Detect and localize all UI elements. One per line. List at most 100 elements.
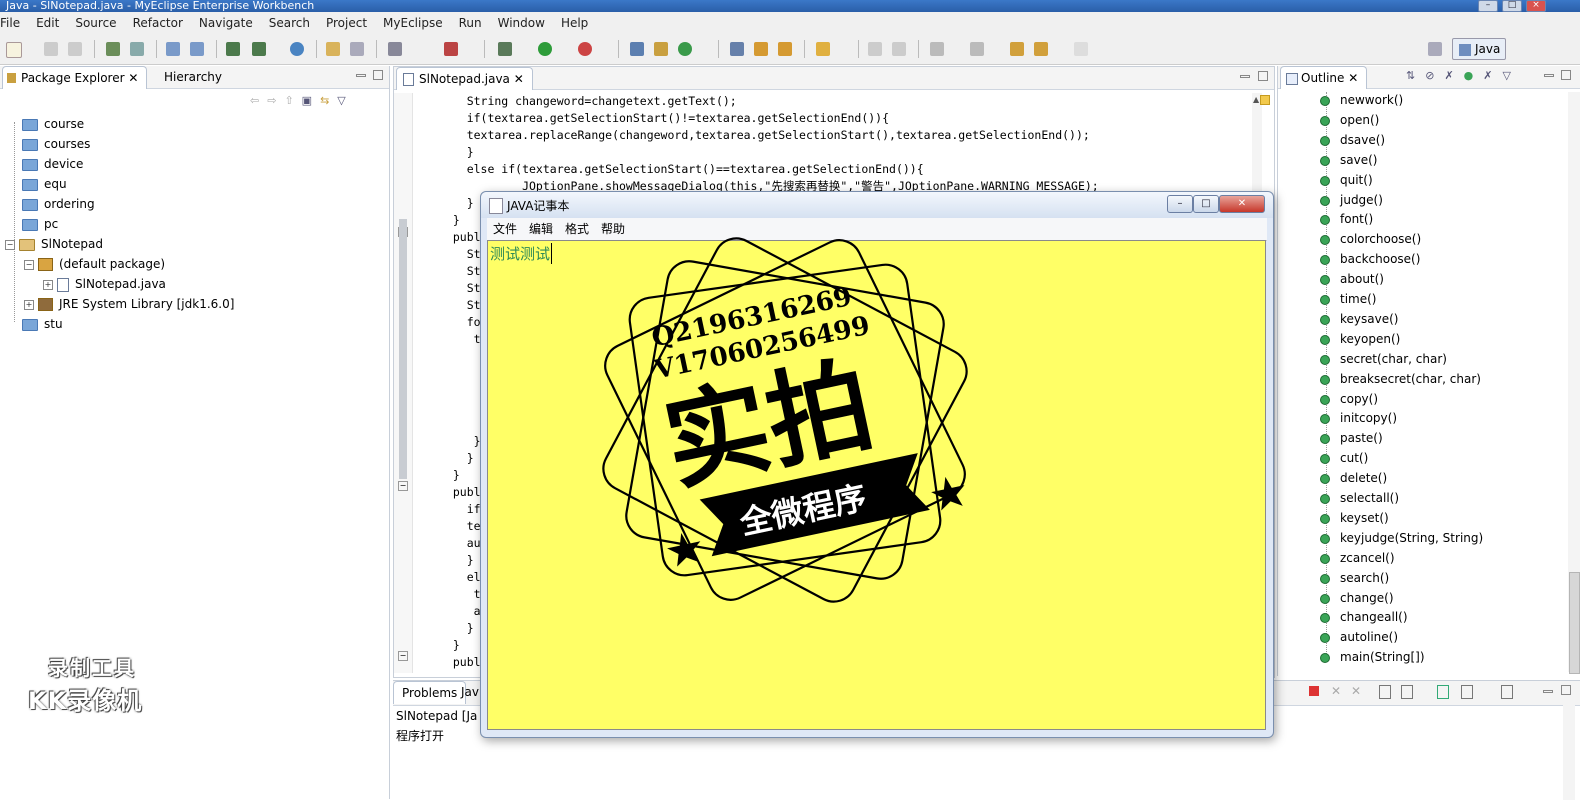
java-perspective-button[interactable]: Java	[1452, 38, 1506, 60]
hide-fields-icon[interactable]: ⊘	[1425, 69, 1444, 82]
back-nav-icon[interactable]: ⇦	[250, 94, 267, 107]
remove-all-icon[interactable]: ✕	[1351, 684, 1361, 698]
minimize-view-icon[interactable]	[1544, 74, 1554, 77]
menu-search[interactable]: Search	[261, 12, 318, 34]
outline-item[interactable]: breaksecret(char, char)	[1320, 369, 1481, 389]
code-line[interactable]: }	[439, 144, 1099, 161]
outline-item[interactable]: keysave()	[1320, 309, 1398, 329]
browser-icon[interactable]	[290, 42, 304, 56]
tool-icon[interactable]	[444, 42, 458, 56]
outline-item[interactable]: open()	[1320, 110, 1379, 130]
open-file-icon[interactable]	[816, 42, 830, 56]
view-menu-icon[interactable]: ▽	[1502, 69, 1520, 82]
tab-hierarchy[interactable]: Hierarchy	[156, 66, 230, 88]
build-icon[interactable]	[130, 42, 144, 56]
debug-config-icon[interactable]	[106, 42, 120, 56]
maximize-view-icon[interactable]	[373, 70, 383, 80]
save-all-icon[interactable]	[68, 42, 82, 56]
tree-item-ordering[interactable]: ordering	[22, 194, 95, 214]
tree-item-pc[interactable]: pc	[22, 214, 58, 234]
tab-slnotepad-java[interactable]: SlNotepad.java ✕	[396, 67, 533, 90]
tab-package-explorer[interactable]: Package Explorer ✕	[2, 66, 148, 89]
open-perspective-icon[interactable]	[730, 42, 744, 56]
edit-icon[interactable]	[868, 42, 882, 56]
outline-item[interactable]: keyjudge(String, String)	[1320, 528, 1483, 548]
maximize-view-icon[interactable]	[1561, 70, 1571, 80]
hide-nonpublic-icon[interactable]: ●	[1464, 69, 1484, 82]
outline-item[interactable]: copy()	[1320, 389, 1378, 409]
terminate-icon[interactable]	[1309, 686, 1319, 696]
outline-item[interactable]: font()	[1320, 209, 1373, 229]
sort-icon[interactable]: ⇅	[1406, 69, 1425, 82]
refresh-icon[interactable]	[350, 42, 364, 56]
collapse-all-icon[interactable]: ▣	[302, 94, 320, 107]
maximize-view-icon[interactable]	[1561, 685, 1571, 695]
clear-console-icon[interactable]	[1379, 685, 1391, 699]
prev-annotation-icon[interactable]	[970, 42, 984, 56]
open-perspective-icon-2[interactable]	[1428, 42, 1442, 56]
collapse-icon[interactable]: −	[5, 239, 15, 250]
server-icon[interactable]	[190, 42, 204, 56]
outline-scrollbar[interactable]	[1568, 92, 1580, 674]
close-tab-icon[interactable]: ✕	[128, 71, 138, 85]
tree-item-courses[interactable]: courses	[22, 134, 90, 154]
outline-item[interactable]: quit()	[1320, 170, 1373, 190]
outline-item[interactable]: backchoose()	[1320, 249, 1420, 269]
minimize-icon[interactable]: –	[1478, 0, 1498, 12]
task-icon[interactable]	[778, 42, 792, 56]
debug-icon[interactable]	[498, 42, 512, 56]
scroll-up-icon[interactable]: ▲	[1253, 95, 1259, 104]
minimize-view-icon[interactable]	[1543, 690, 1553, 693]
outline-item[interactable]: keyset()	[1320, 508, 1389, 528]
menu-help[interactable]: Help	[553, 12, 596, 34]
search-icon[interactable]	[754, 42, 768, 56]
minimize-view-icon[interactable]	[356, 74, 366, 77]
minimize-editor-icon[interactable]	[1240, 75, 1250, 78]
open-folder-icon[interactable]	[326, 42, 340, 56]
maximize-icon[interactable]: □	[1193, 195, 1219, 213]
outline-item[interactable]: delete()	[1320, 468, 1387, 488]
remove-launch-icon[interactable]: ✕	[1331, 684, 1341, 698]
scroll-thumb[interactable]	[1569, 572, 1580, 674]
outline-item[interactable]: secret(char, char)	[1320, 349, 1447, 369]
menu-file-cn[interactable]: 文件	[487, 218, 523, 240]
code-line[interactable]: String changeword=changetext.getText();	[439, 93, 1099, 110]
warning-marker-icon[interactable]	[1260, 95, 1270, 105]
outline-item[interactable]: main(String[])	[1320, 647, 1425, 667]
menu-source[interactable]: Source	[67, 12, 124, 34]
scroll-lock-icon[interactable]	[1401, 685, 1413, 699]
pin-console-icon[interactable]	[1437, 685, 1449, 699]
hide-static-icon[interactable]: ✗	[1444, 69, 1463, 82]
outline-item[interactable]: keyopen()	[1320, 329, 1400, 349]
menu-project[interactable]: Project	[318, 12, 375, 34]
new-class-icon[interactable]	[678, 42, 692, 56]
outline-item[interactable]: paste()	[1320, 428, 1383, 448]
tree-item-stu[interactable]: stu	[22, 314, 63, 334]
code-line[interactable]: else if(textarea.getSelectionStart()==te…	[439, 161, 1099, 178]
menu-refactor[interactable]: Refactor	[125, 12, 191, 34]
outline-item[interactable]: newwork()	[1320, 90, 1403, 110]
code-line[interactable]: textarea.replaceRange(changeword,textare…	[439, 127, 1099, 144]
outline-item[interactable]: autoline()	[1320, 627, 1398, 647]
menu-edit[interactable]: Edit	[28, 12, 67, 34]
open-console-icon[interactable]	[1501, 685, 1513, 699]
tab-outline[interactable]: Outline ✕	[1280, 66, 1368, 89]
back-icon[interactable]	[1034, 42, 1048, 56]
outline-item[interactable]: initcopy()	[1320, 408, 1397, 428]
new-icon[interactable]	[6, 42, 22, 58]
open-resource-icon[interactable]	[252, 42, 266, 56]
close-tab-icon[interactable]: ✕	[514, 72, 524, 86]
maximize-editor-icon[interactable]	[1258, 71, 1268, 81]
new-java-project-icon[interactable]	[630, 42, 644, 56]
maximize-icon[interactable]: □	[1502, 0, 1522, 12]
forward-nav-icon[interactable]: ⇨	[267, 94, 284, 107]
tree-item-jre-library[interactable]: + JRE System Library [jdk1.6.0]	[24, 294, 234, 314]
save-icon[interactable]	[44, 42, 58, 56]
close-icon[interactable]: ✕	[1219, 195, 1265, 213]
menu-file[interactable]: File	[0, 12, 28, 34]
open-type-icon[interactable]	[226, 42, 240, 56]
collapse-icon[interactable]: −	[24, 259, 34, 270]
code-line[interactable]: if(textarea.getSelectionStart()!=textare…	[439, 110, 1099, 127]
deploy-icon[interactable]	[166, 42, 180, 56]
outline-item[interactable]: judge()	[1320, 190, 1383, 210]
